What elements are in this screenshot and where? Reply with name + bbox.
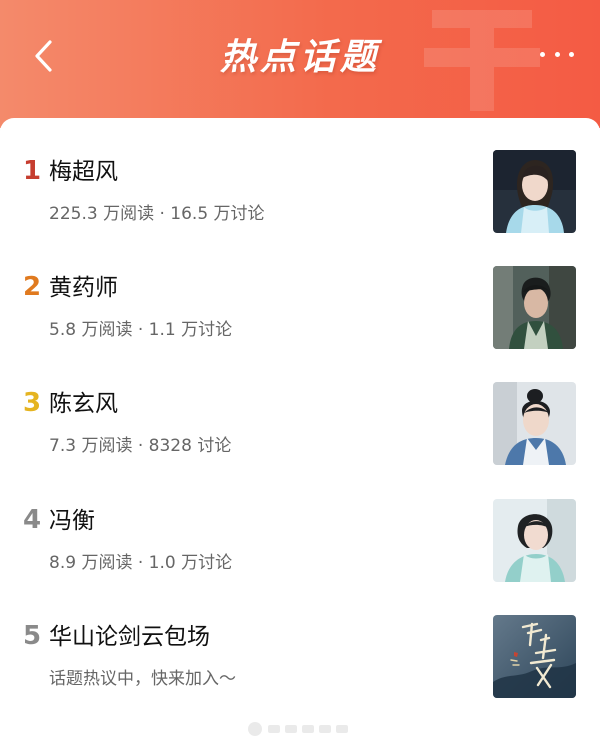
topic-row-chenxuanfeng[interactable]: 3 陈玄风 7.3 万阅读 · 8328 讨论 — [0, 350, 600, 465]
topic-row-meichaofeng[interactable]: 1 梅超风 225.3 万阅读 · 16.5 万讨论 — [0, 118, 600, 233]
topic-title: 冯衡 — [49, 508, 95, 534]
topic-title: 陈玄风 — [49, 391, 118, 417]
topic-row-huashan-lunjian[interactable]: 5 华山论剑云包场 话题热议中，快来加入～ — [0, 583, 600, 698]
topic-meta: 5.8 万阅读 · 1.1 万讨论 — [49, 320, 233, 340]
topic-thumbnail-image[interactable] — [493, 266, 576, 349]
portrait-thumbnail-icon — [493, 266, 576, 349]
topic-list-card: 1 梅超风 225.3 万阅读 · 16.5 万讨论 2 黄药师 5.8 万阅读… — [0, 118, 600, 749]
portrait-thumbnail-icon — [493, 382, 576, 465]
topic-meta: 8.9 万阅读 · 1.0 万讨论 — [49, 553, 233, 573]
header: 热点话题 — [0, 0, 600, 128]
rank-number: 1 — [23, 156, 42, 186]
topic-row-fengheng[interactable]: 4 冯衡 8.9 万阅读 · 1.0 万讨论 — [0, 467, 600, 582]
more-horizontal-icon — [554, 51, 560, 57]
topic-thumbnail-image[interactable] — [493, 499, 576, 582]
watermark-icon — [248, 722, 348, 736]
topic-row-huangyaoshi[interactable]: 2 黄药师 5.8 万阅读 · 1.1 万讨论 — [0, 234, 600, 349]
topic-meta: 话题热议中，快来加入～ — [49, 669, 236, 689]
rank-number: 2 — [23, 272, 42, 302]
calligraphy-poster-icon — [493, 615, 576, 698]
rank-number: 5 — [23, 621, 42, 651]
hot-topics-screen: 热点话题 1 梅超风 225.3 万阅读 · 16.5 万讨论 2 黄药师 5.… — [0, 0, 600, 749]
topic-meta: 7.3 万阅读 · 8328 讨论 — [49, 436, 232, 456]
more-horizontal-icon — [569, 51, 574, 57]
more-button[interactable] — [540, 40, 574, 68]
topic-title: 梅超风 — [49, 159, 118, 185]
portrait-thumbnail-icon — [493, 150, 576, 233]
more-horizontal-icon — [540, 51, 545, 57]
rank-number: 3 — [23, 388, 42, 418]
topic-title: 黄药师 — [49, 275, 118, 301]
topic-thumbnail-image[interactable] — [493, 382, 576, 465]
topic-thumbnail-image[interactable] — [493, 615, 576, 698]
topic-title: 华山论剑云包场 — [49, 624, 210, 650]
rank-number: 4 — [23, 505, 42, 535]
topic-meta: 225.3 万阅读 · 16.5 万讨论 — [49, 204, 265, 224]
portrait-thumbnail-icon — [493, 499, 576, 582]
topic-thumbnail-image[interactable] — [493, 150, 576, 233]
page-title: 热点话题 — [219, 37, 380, 78]
